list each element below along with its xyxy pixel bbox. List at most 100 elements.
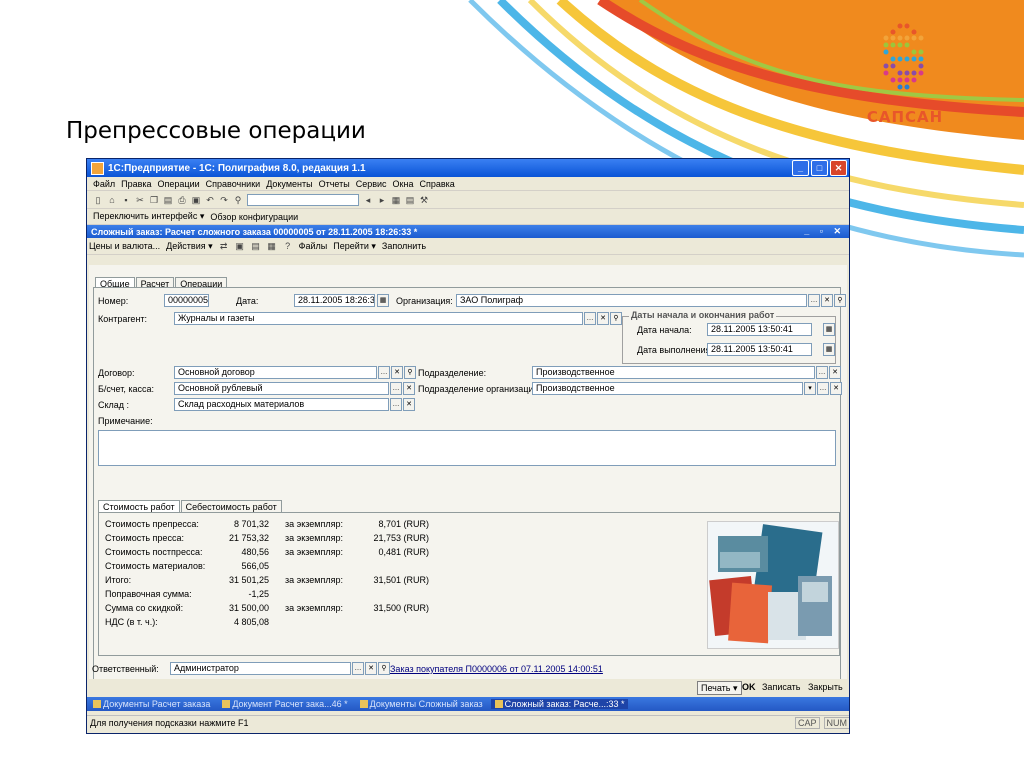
- responsible-select-button[interactable]: …: [352, 662, 364, 675]
- goto-menu[interactable]: Перейти ▾: [333, 241, 376, 252]
- undo-icon[interactable]: ↶: [205, 195, 215, 205]
- document-icon: [494, 700, 503, 708]
- contractor-field[interactable]: Журналы и газеты: [174, 312, 583, 325]
- menu-operations[interactable]: Операции: [158, 179, 200, 189]
- contractor-select-button[interactable]: …: [584, 312, 596, 325]
- warehouse-select-button[interactable]: …: [390, 398, 402, 411]
- redo-icon[interactable]: ↷: [219, 195, 229, 205]
- contract-label: Договор:: [98, 368, 135, 378]
- menu-reports[interactable]: Отчеты: [319, 179, 350, 189]
- warehouse-clear-button[interactable]: ✕: [403, 398, 415, 411]
- close-button[interactable]: ✕: [830, 160, 847, 176]
- organization-open-icon[interactable]: ⚲: [834, 294, 846, 307]
- account-select-button[interactable]: …: [390, 382, 402, 395]
- cost-row: Стоимость пресса: 21 753,32 за экземпляр: 2…: [105, 533, 465, 545]
- document-window-controls[interactable]: _ ▫ ✕: [804, 226, 845, 237]
- copy-icon[interactable]: ❐: [149, 195, 159, 205]
- organization-field[interactable]: ЗАО Полиграф: [456, 294, 807, 307]
- responsible-open-icon[interactable]: ⚲: [378, 662, 390, 675]
- search-prev-icon[interactable]: ◂: [363, 195, 373, 205]
- calendar-icon[interactable]: ▤: [405, 195, 415, 205]
- save-icon[interactable]: ▪: [121, 195, 131, 205]
- toolbar-icon-2[interactable]: ▣: [235, 241, 245, 251]
- menu-documents[interactable]: Документы: [266, 179, 312, 189]
- print-button[interactable]: Печать ▾: [697, 681, 742, 695]
- contract-clear-button[interactable]: ✕: [391, 366, 403, 379]
- prices-currency-button[interactable]: Цены и валюта...: [89, 241, 160, 251]
- help-icon[interactable]: ?: [283, 241, 293, 251]
- end-date-picker-icon[interactable]: ▦: [823, 343, 835, 356]
- search-input[interactable]: [247, 193, 359, 206]
- document-toolbar: Цены и валюта... Действия ▾ ⇄ ▣ ▤ ▦ ? Фа…: [87, 238, 849, 255]
- cut-icon[interactable]: ✂: [135, 195, 145, 205]
- cost-label: НДС (в т. ч.):: [105, 617, 158, 627]
- task-complex-order-doc[interactable]: Сложный заказ: Расче...:33 *: [490, 699, 629, 709]
- org-department-select-button[interactable]: …: [817, 382, 829, 395]
- note-textarea[interactable]: [98, 430, 836, 466]
- paste-icon[interactable]: ▤: [163, 195, 173, 205]
- contractor-clear-button[interactable]: ✕: [597, 312, 609, 325]
- toolbar-icon-3[interactable]: ▤: [251, 241, 261, 251]
- sapsan-logo: САПСАН: [860, 18, 950, 133]
- menu-service[interactable]: Сервис: [356, 179, 387, 189]
- contract-field[interactable]: Основной договор: [174, 366, 377, 379]
- toolbar-icon-4[interactable]: ▦: [267, 241, 277, 251]
- magazines-illustration: [708, 522, 838, 648]
- switch-interface-button[interactable]: Переключить интерфейс ▾: [93, 211, 204, 222]
- end-date-field[interactable]: 28.11.2005 13:50:41: [707, 343, 812, 356]
- date-field[interactable]: 28.11.2005 18:26:33: [294, 294, 375, 307]
- department-field[interactable]: Производственное: [532, 366, 815, 379]
- responsible-clear-button[interactable]: ✕: [365, 662, 377, 675]
- responsible-field[interactable]: Администратор: [170, 662, 351, 675]
- organization-select-button[interactable]: …: [808, 294, 820, 307]
- maximize-button[interactable]: □: [811, 160, 828, 176]
- menu-windows[interactable]: Окна: [393, 179, 414, 189]
- contractor-open-icon[interactable]: ⚲: [610, 312, 622, 325]
- task-order-calc-doc[interactable]: Документ Расчет зака...46 *: [218, 699, 351, 709]
- menu-edit[interactable]: Правка: [121, 179, 151, 189]
- task-label: Документы Сложный заказ: [369, 699, 483, 709]
- note-label: Примечание:: [98, 416, 153, 426]
- menu-references[interactable]: Справочники: [206, 179, 261, 189]
- task-order-calc-list[interactable]: Документы Расчет заказа: [89, 699, 214, 709]
- search-next-icon[interactable]: ▸: [377, 195, 387, 205]
- menu-help[interactable]: Справка: [419, 179, 454, 189]
- ok-button[interactable]: OK: [739, 681, 759, 693]
- print-icon[interactable]: ⎙: [177, 195, 187, 205]
- department-clear-button[interactable]: ✕: [829, 366, 841, 379]
- customer-order-link[interactable]: Заказ покупателя П0000006 от 07.11.2005 …: [390, 664, 603, 674]
- find-icon[interactable]: ⚲: [233, 195, 243, 205]
- account-field[interactable]: Основной рублевый: [174, 382, 389, 395]
- org-department-field[interactable]: Производственное: [532, 382, 803, 395]
- menu-file[interactable]: Файл: [93, 179, 115, 189]
- fill-button[interactable]: Заполнить: [382, 241, 426, 251]
- start-date-picker-icon[interactable]: ▦: [823, 323, 835, 336]
- calc-icon[interactable]: ▦: [391, 195, 401, 205]
- config-overview-button[interactable]: Обзор конфигурации: [210, 212, 298, 222]
- save-button[interactable]: Записать: [759, 681, 803, 693]
- actions-menu[interactable]: Действия ▾: [166, 241, 212, 252]
- start-date-field[interactable]: 28.11.2005 13:50:41: [707, 323, 812, 336]
- new-icon[interactable]: ▯: [93, 195, 103, 205]
- contract-open-icon[interactable]: ⚲: [404, 366, 416, 379]
- org-department-clear-button[interactable]: ✕: [830, 382, 842, 395]
- number-field[interactable]: 00000005: [164, 294, 209, 307]
- toolbar-icon-1[interactable]: ⇄: [219, 241, 229, 251]
- close-form-button[interactable]: Закрыть: [805, 681, 846, 693]
- tools-icon[interactable]: ⚒: [419, 195, 429, 205]
- organization-clear-button[interactable]: ✕: [821, 294, 833, 307]
- org-department-dropdown-icon[interactable]: ▾: [804, 382, 816, 395]
- date-picker-icon[interactable]: ▦: [377, 294, 389, 307]
- folder-icon: [359, 700, 368, 708]
- cost-value: 4 805,08: [233, 617, 269, 627]
- account-clear-button[interactable]: ✕: [403, 382, 415, 395]
- app-icon: [91, 161, 104, 175]
- files-button[interactable]: Файлы: [299, 241, 328, 251]
- task-complex-order-list[interactable]: Документы Сложный заказ: [356, 699, 487, 709]
- contract-select-button[interactable]: …: [378, 366, 390, 379]
- department-select-button[interactable]: …: [816, 366, 828, 379]
- open-icon[interactable]: ⌂: [107, 195, 117, 205]
- warehouse-field[interactable]: Склад расходных материалов: [174, 398, 389, 411]
- minimize-button[interactable]: _: [792, 160, 809, 176]
- preview-icon[interactable]: ▣: [191, 195, 201, 205]
